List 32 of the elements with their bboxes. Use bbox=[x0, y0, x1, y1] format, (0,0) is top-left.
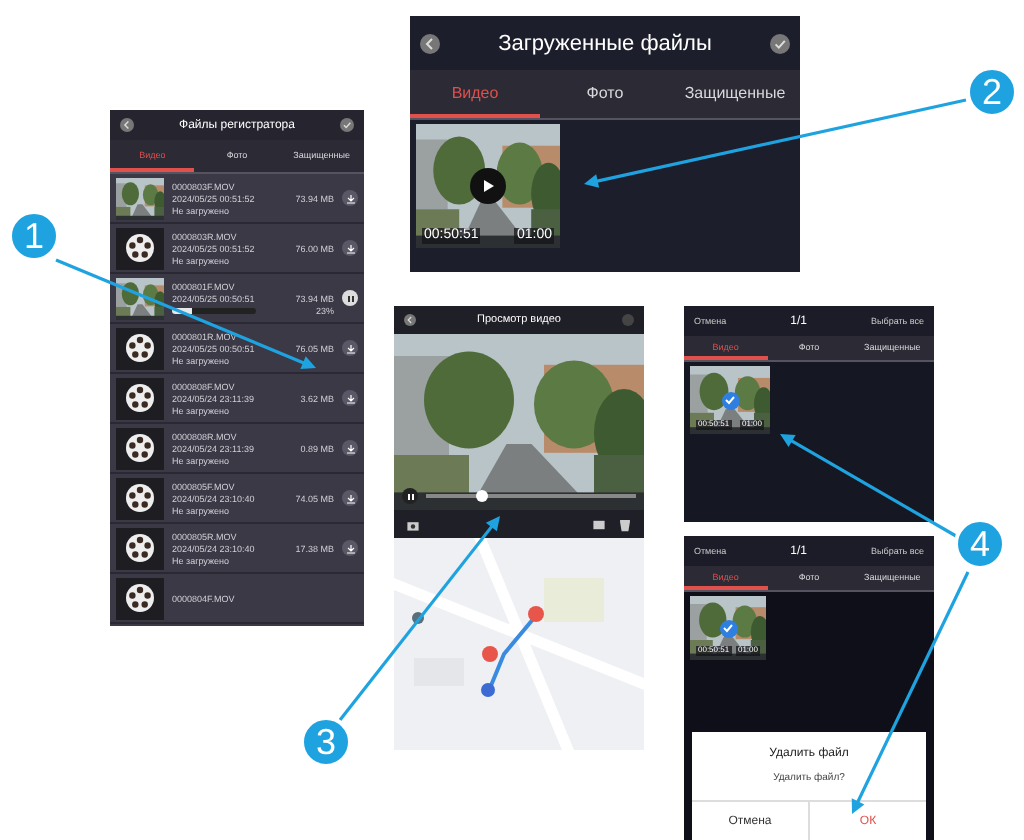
step-number: 1 bbox=[8, 210, 60, 262]
back-icon[interactable] bbox=[404, 314, 416, 326]
camera-icon[interactable] bbox=[406, 517, 420, 531]
progress-bar bbox=[172, 307, 256, 313]
download-icon[interactable] bbox=[342, 240, 358, 256]
step-number: 3 bbox=[300, 716, 352, 768]
film-reel-icon bbox=[116, 327, 164, 369]
download-icon[interactable] bbox=[342, 340, 358, 356]
film-reel-icon bbox=[116, 377, 164, 419]
tab[interactable]: Видео bbox=[410, 70, 540, 118]
download-icon[interactable] bbox=[342, 490, 358, 506]
back-icon[interactable] bbox=[120, 118, 134, 132]
back-icon[interactable] bbox=[420, 33, 440, 53]
download-icon[interactable] bbox=[342, 390, 358, 406]
check-icon[interactable] bbox=[340, 118, 354, 132]
tab[interactable]: Фото bbox=[540, 70, 670, 118]
film-reel-icon bbox=[116, 527, 164, 569]
film-reel-icon bbox=[116, 477, 164, 519]
pause-icon[interactable] bbox=[342, 290, 358, 306]
download-icon[interactable] bbox=[342, 440, 358, 456]
film-reel-icon bbox=[116, 427, 164, 469]
film-reel-icon bbox=[116, 577, 164, 619]
screen-title: Загруженные файлы bbox=[498, 31, 712, 55]
step-number: 4 bbox=[954, 518, 1006, 570]
download-icon[interactable] bbox=[342, 540, 358, 556]
trash-icon[interactable] bbox=[618, 517, 632, 531]
film-reel-icon bbox=[116, 227, 164, 269]
step-number: 2 bbox=[966, 66, 1018, 118]
download-icon[interactable] bbox=[342, 190, 358, 206]
check-icon[interactable] bbox=[769, 33, 790, 53]
tab[interactable]: Защищенные bbox=[670, 70, 800, 118]
image-icon[interactable] bbox=[592, 517, 606, 531]
